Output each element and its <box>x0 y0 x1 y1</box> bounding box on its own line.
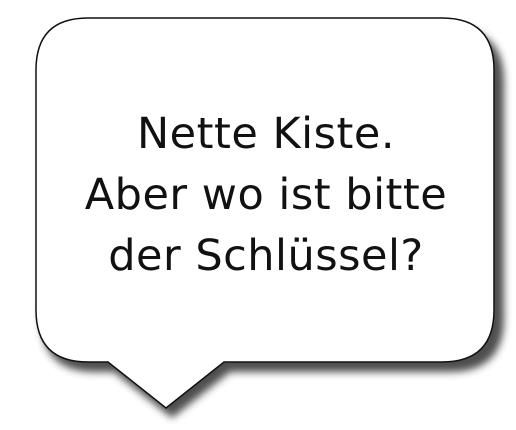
bubble-line-3: der Schlüssel? <box>108 231 424 281</box>
speech-bubble-graphic: Nette Kiste. Aber wo ist bitte der Schlü… <box>0 0 516 430</box>
bubble-line-2: Aber wo ist bitte <box>84 170 448 220</box>
bubble-line-1: Nette Kiste. <box>137 109 395 159</box>
bubble-text: Nette Kiste. Aber wo ist bitte der Schlü… <box>40 104 492 287</box>
